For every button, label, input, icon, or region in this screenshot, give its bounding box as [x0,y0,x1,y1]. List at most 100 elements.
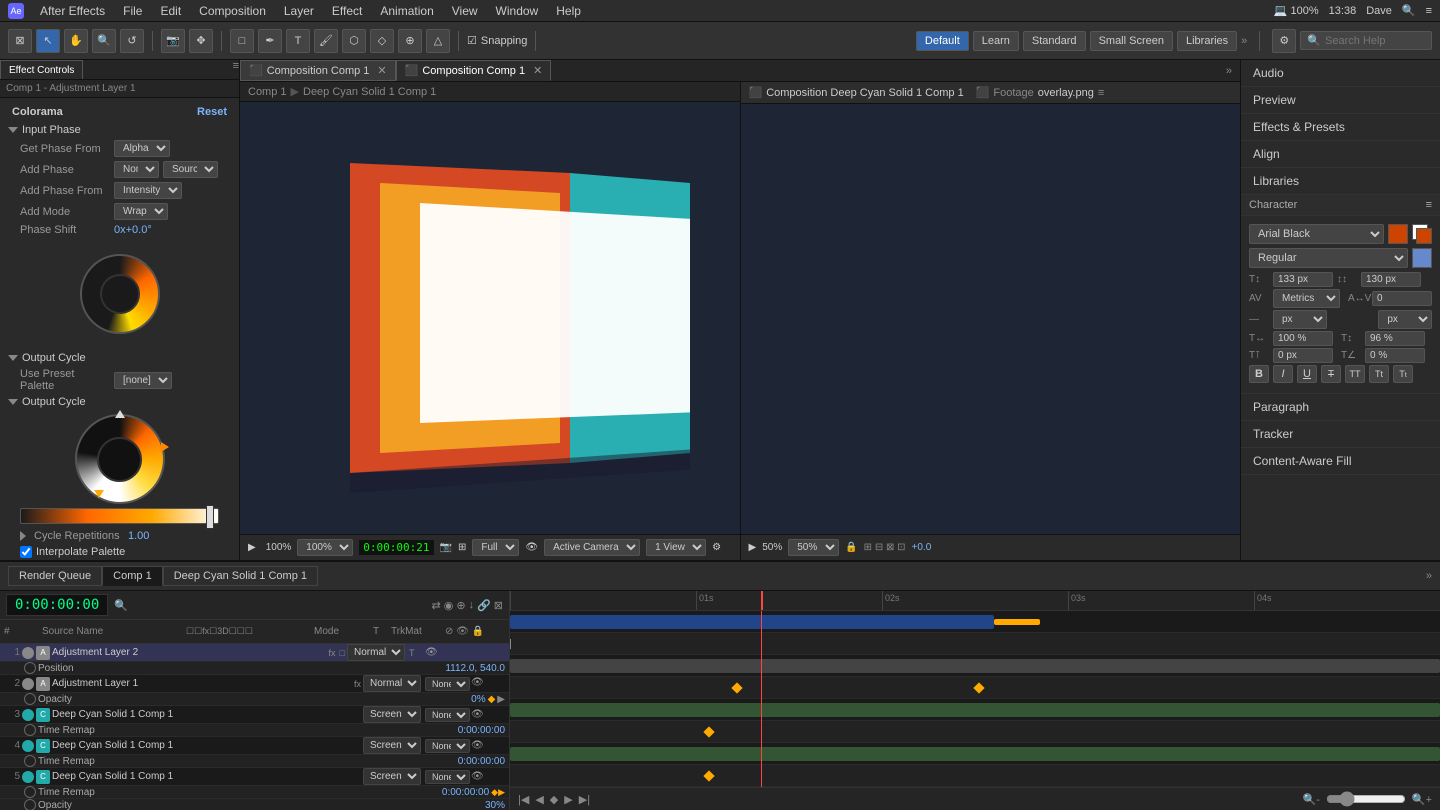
tl-goto-end[interactable]: ▶| [579,793,590,806]
menu-expand-icon[interactable]: ≡ [1426,5,1432,17]
units-dropdown[interactable]: px [1273,310,1327,329]
cycle-rep-value[interactable]: 1.00 [128,530,231,542]
right-panel-tracker[interactable]: Tracker [1241,421,1440,448]
workspace-small-screen[interactable]: Small Screen [1090,31,1173,51]
v-scale-input[interactable] [1365,331,1425,346]
layer-1[interactable]: 1 A Adjustment Layer 2 fx □ Normal T 👁 [0,644,509,662]
add-phase-dropdown[interactable]: None [114,161,159,178]
menu-after-effects[interactable]: After Effects [32,2,113,20]
tab-effect-controls[interactable]: Effect Controls [0,60,83,79]
comp-viewport-left[interactable] [240,102,740,534]
timeremap4-value[interactable]: 0:00:00:00 [458,756,505,767]
time-display[interactable]: 0:00:00:00 [6,594,108,616]
right-panel-preview[interactable]: Preview [1241,87,1440,114]
layer-2-mode[interactable]: Normal [363,675,423,692]
workspace-standard[interactable]: Standard [1023,31,1086,51]
pan-tool[interactable]: ✥ [189,29,213,53]
rotate-tool[interactable]: ↺ [120,29,144,53]
right-panel-align[interactable]: Align [1241,141,1440,168]
camera-tool[interactable]: 📷 [161,29,185,53]
zoom-tool[interactable]: 🔍 [92,29,116,53]
character-options-icon[interactable]: ≡ [1426,199,1432,211]
tl-icon-2[interactable]: ◉ [444,599,454,612]
menu-help[interactable]: Help [548,2,589,20]
tl-expand-icon[interactable]: » [1426,570,1432,582]
opacity5-value[interactable]: 30% [485,800,505,810]
source-dropdown[interactable]: Source [163,161,218,178]
caps-btn[interactable]: TT [1345,365,1365,383]
tl-step-fwd[interactable]: ▶ [564,793,572,806]
mask-tool[interactable]: □ [230,29,254,53]
tl-icon-5[interactable]: 🔗 [477,599,491,612]
play-icon[interactable]: ▶ [248,542,256,553]
play-icon-right[interactable]: ▶ [749,542,757,553]
tl-zoom-out[interactable]: 🔍- [1303,793,1320,806]
pos-value[interactable]: 1112.0, 540.0 [445,663,505,674]
camera-dropdown[interactable]: Active Camera [544,539,640,556]
units2-dropdown[interactable]: px [1378,310,1432,329]
add-mode-dropdown[interactable]: Wrap [114,203,168,220]
get-phase-from-dropdown[interactable]: Alpha [114,140,170,157]
text-tool[interactable]: T [286,29,310,53]
tl-goto-start[interactable]: |◀ [518,793,529,806]
font-name-dropdown[interactable]: Arial Black [1249,224,1384,244]
font-color-bg-swatch[interactable] [1412,224,1432,244]
view-count-dropdown[interactable]: 1 View [646,539,706,556]
gradient-bar[interactable] [20,508,219,524]
search-icon[interactable]: 🔍 [1402,4,1416,17]
select-tool[interactable]: ↖ [36,29,60,53]
tl-zoom-in[interactable]: 🔍+ [1412,793,1432,806]
right-panel-audio[interactable]: Audio [1241,60,1440,87]
layer-4-mode-dropdown[interactable]: Screen [363,737,421,754]
right-panel-libraries[interactable]: Libraries [1241,168,1440,195]
search-box[interactable]: 🔍 [1300,31,1432,50]
workspace-learn[interactable]: Learn [973,31,1019,51]
tl-tab-render-queue[interactable]: Render Queue [8,566,102,586]
opacity-value[interactable]: 0% [471,694,485,705]
layer-2-mode-dropdown[interactable]: Normal [363,675,421,692]
bold-btn[interactable]: B [1249,365,1269,383]
tl-icon-1[interactable]: ⇄ [432,599,441,612]
tl-search-icon[interactable]: 🔍 [114,599,128,612]
interpolate-row[interactable]: Interpolate Palette [4,544,235,560]
comp-tab-2[interactable]: ⬛ Composition Comp 1 ✕ [396,60,552,81]
comp-tab-1[interactable]: ⬛ Composition Comp 1 ✕ [240,60,396,81]
menu-effect[interactable]: Effect [324,2,370,20]
breadcrumb-comp1[interactable]: Comp 1 [248,86,287,98]
layer-5-eye[interactable]: 👁 [471,771,484,782]
puppet-tool[interactable]: ⊕ [398,29,422,53]
zoom-dropdown-left[interactable]: 100% [297,539,353,556]
tl-icon-4[interactable]: ↓ [469,599,475,611]
output-cycle-wheel[interactable] [75,414,165,504]
layer-5-mode-dropdown[interactable]: Screen [363,768,421,785]
menu-composition[interactable]: Composition [191,2,274,20]
layer-3-mode[interactable]: Screen [363,706,423,723]
underline-btn[interactable]: U [1297,365,1317,383]
layer-4-eye[interactable]: 👁 [471,740,484,751]
phase-wheel[interactable] [80,254,160,334]
use-preset-dropdown[interactable]: [none] [114,372,172,389]
gradient-handle-right[interactable] [206,505,214,529]
menu-animation[interactable]: Animation [372,2,441,20]
layer-2[interactable]: 2 A Adjustment Layer 1 fx Normal None 👁 [0,675,509,693]
add-phase-from-dropdown[interactable]: Intensity [114,182,182,199]
right-panel-paragraph[interactable]: Paragraph [1241,394,1440,421]
layer-2-eye[interactable]: 👁 [471,677,484,691]
tl-timeline-marker[interactable]: ◆ [550,793,558,806]
comp-tab-1-close[interactable]: ✕ [377,64,386,77]
opacity-nav[interactable]: ▶ [497,694,505,705]
font-color-swatch[interactable] [1388,224,1408,244]
workspace-default[interactable]: Default [916,31,969,51]
h-scale-input[interactable] [1273,331,1333,346]
layer-5-trimat-dropdown[interactable]: None [425,770,470,784]
clone-tool[interactable]: ⬡ [342,29,366,53]
zoom-dropdown-right[interactable]: 50% [788,539,839,556]
output-cycle-header[interactable]: Output Cycle [4,350,235,366]
italic-btn[interactable]: I [1273,365,1293,383]
leading-input[interactable] [1361,272,1421,287]
layer-1-mode[interactable]: Normal [347,644,407,661]
tl-tab-deep-cyan[interactable]: Deep Cyan Solid 1 Comp 1 [163,566,318,586]
menu-view[interactable]: View [444,2,486,20]
comp-viewport-right[interactable] [741,104,1241,534]
timeremap3-value[interactable]: 0:00:00:00 [458,725,505,736]
